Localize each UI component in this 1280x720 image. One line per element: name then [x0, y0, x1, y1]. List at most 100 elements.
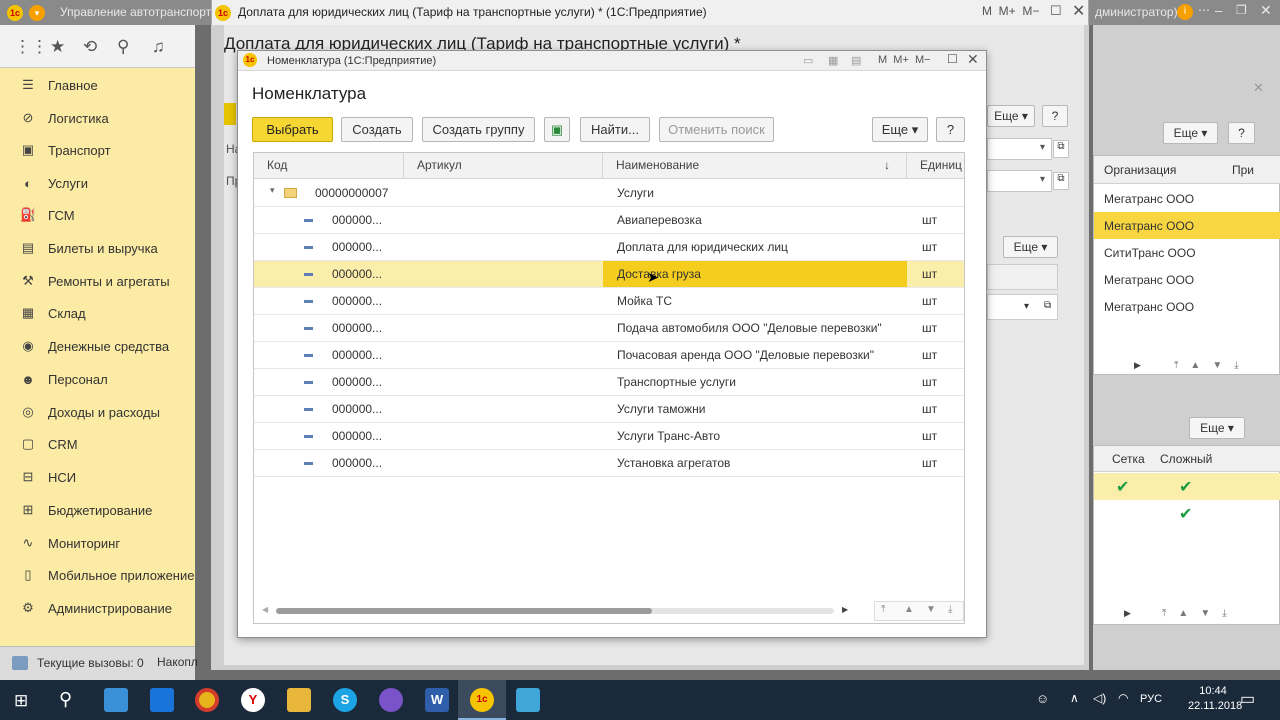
panel-close-icon[interactable]: ✕: [1253, 80, 1264, 96]
taskbar-search-icon[interactable]: ⚲: [59, 689, 72, 710]
favorites-star-icon[interactable]: ★: [50, 37, 65, 57]
chrome-browser-icon[interactable]: [195, 688, 219, 712]
column-unit[interactable]: Единиц: [907, 153, 964, 179]
network-icon[interactable]: ◠: [1118, 691, 1128, 705]
dialog-close-icon[interactable]: ✕: [967, 51, 979, 68]
sidebar-item-tickets[interactable]: ▤ Билеты и выручка: [0, 232, 195, 264]
select-button[interactable]: Выбрать: [252, 117, 333, 142]
dialog-table-icon[interactable]: ▦: [828, 54, 838, 67]
table-row[interactable]: 000000... Услуги таможни шт: [254, 396, 964, 423]
sidebar-item-services[interactable]: ◐ Услуги: [0, 167, 195, 199]
sidebar-item-transport[interactable]: ▣ Транспорт: [0, 134, 195, 166]
table-row[interactable]: 000000... Доплата для юридических лиц шт: [254, 234, 964, 261]
dialog-link-icon[interactable]: ▭: [803, 54, 813, 67]
notifications-bell-icon[interactable]: ♫: [152, 37, 165, 57]
app-minimize-icon[interactable]: –: [1215, 3, 1222, 18]
info-icon[interactable]: i: [1177, 4, 1193, 20]
scroll-right-icon[interactable]: ▶: [1134, 360, 1141, 371]
doc-table-row-fragment[interactable]: ▾ ⧉: [987, 294, 1058, 320]
history-icon[interactable]: ⟲: [83, 37, 97, 57]
right-help-button[interactable]: ?: [1228, 122, 1255, 144]
scroll-left-icon[interactable]: ◀: [262, 605, 268, 614]
doc-field-input-2[interactable]: ▾: [987, 170, 1052, 192]
word-icon[interactable]: W: [425, 688, 449, 712]
sidebar-item-money[interactable]: ◉ Денежные средства: [0, 330, 195, 362]
column-article[interactable]: Артикул: [404, 153, 603, 179]
sidebar-item-repairs[interactable]: ⚒ Ремонты и агрегаты: [0, 265, 195, 297]
excel-export-icon[interactable]: ▣: [544, 117, 570, 142]
sidebar-item-reference[interactable]: ⊟ НСИ: [0, 461, 195, 493]
create-group-button[interactable]: Создать группу: [422, 117, 535, 142]
sidebar-item-logistics[interactable]: ⊘ Логистика: [0, 102, 195, 134]
sidebar-item-main[interactable]: ☰ Главное: [0, 69, 195, 101]
help-button[interactable]: ?: [936, 117, 965, 142]
table-row-selected[interactable]: 000000... Доставка груза шт ➤: [254, 261, 964, 288]
main-menu-icon[interactable]: ▾: [29, 5, 45, 21]
apps-grid-icon[interactable]: ⋮⋮: [14, 37, 48, 57]
org-row[interactable]: Мегатранс ООО: [1104, 192, 1194, 206]
file-explorer-icon[interactable]: [287, 688, 311, 712]
doc-field-input-1[interactable]: ▾: [987, 138, 1052, 160]
org-row[interactable]: Мегатранс ООО: [1104, 219, 1194, 233]
nav-down-icon[interactable]: ▼: [926, 604, 936, 615]
sidebar-item-mobile[interactable]: ▯ Мобильное приложение: [0, 559, 195, 591]
doc-table-more-button[interactable]: Еще ▾: [1003, 236, 1058, 258]
sidebar-item-staff[interactable]: ☻ Персонал: [0, 363, 195, 395]
edge-browser-icon[interactable]: [150, 688, 174, 712]
app-close-icon[interactable]: ✕: [1260, 2, 1272, 19]
language-indicator[interactable]: РУС: [1140, 693, 1162, 705]
scroll-right-icon[interactable]: ▶: [842, 605, 848, 614]
windows-start-icon[interactable]: ⊞: [14, 691, 28, 711]
create-button[interactable]: Создать: [341, 117, 413, 142]
sidebar-item-crm[interactable]: ▢ CRM: [0, 428, 195, 460]
right-more-button[interactable]: Еще ▾: [1163, 122, 1218, 144]
skype-icon[interactable]: S: [333, 688, 357, 712]
nav-up-icon[interactable]: ▲: [904, 604, 914, 615]
control-panel-icon[interactable]: [104, 688, 128, 712]
table-row[interactable]: 000000... Услуги Транс-Авто шт: [254, 423, 964, 450]
org-row[interactable]: Мегатранс ООО: [1104, 300, 1194, 314]
find-button[interactable]: Найти...: [580, 117, 650, 142]
doc-window-memory-buttons[interactable]: M M+ M−: [982, 4, 1039, 18]
column-code[interactable]: Код: [254, 153, 404, 179]
close-icon[interactable]: ✕: [1072, 1, 1085, 21]
sidebar-item-admin[interactable]: ⚙ Администрирование: [0, 592, 195, 624]
sidebar-item-income[interactable]: ◎ Доходы и расходы: [0, 396, 195, 428]
sidebar-item-fuel[interactable]: ⛽ ГСМ: [0, 199, 195, 231]
sidebar-item-monitoring[interactable]: ∿ Мониторинг: [0, 527, 195, 559]
column-name[interactable]: Наименование ↓: [603, 153, 907, 179]
doc-help-button[interactable]: ?: [1042, 105, 1068, 127]
people-icon[interactable]: ☺: [1036, 691, 1049, 706]
app-menu-icon[interactable]: ⋯: [1198, 3, 1210, 17]
maximize-icon[interactable]: ☐: [1050, 3, 1062, 19]
search-icon[interactable]: ⚲: [117, 37, 129, 57]
taskbar-clock[interactable]: 10:44 22.11.2018: [1188, 684, 1242, 714]
scroll-right-icon-2[interactable]: ▶: [1124, 608, 1131, 619]
table-row[interactable]: 000000... Авиаперевозка шт: [254, 207, 964, 234]
action-center-icon[interactable]: ▭: [1240, 689, 1255, 709]
app-restore-icon[interactable]: ❐: [1236, 3, 1247, 17]
scroll-thumb[interactable]: [276, 608, 652, 614]
yandex-browser-icon[interactable]: Y: [241, 688, 265, 712]
nav-first-icon[interactable]: ⤒: [881, 604, 885, 615]
viber-icon[interactable]: [379, 688, 403, 712]
more-button[interactable]: Еще ▾: [872, 117, 928, 142]
1c-enterprise-icon[interactable]: 1с: [470, 688, 494, 712]
org-row[interactable]: СитиТранс ООО: [1104, 246, 1196, 260]
current-calls-text[interactable]: Текущие вызовы: 0: [37, 656, 144, 670]
nav-last-icon[interactable]: ⤓: [948, 604, 952, 615]
table-row[interactable]: 000000... Почасовая аренда ООО "Деловые п…: [254, 342, 964, 369]
doc-more-button[interactable]: Еще ▾: [987, 105, 1035, 127]
table-row[interactable]: 000000... Транспортные услуги шт: [254, 369, 964, 396]
doc-field-open-icon[interactable]: ⧉: [1053, 140, 1069, 158]
collapse-icon[interactable]: ▾: [270, 185, 275, 196]
table-row[interactable]: 000000... Установка агрегатов шт: [254, 450, 964, 477]
right-more-button-2[interactable]: Еще ▾: [1189, 417, 1245, 439]
nav-arrows-icon-2[interactable]: ⤒▲▼⤓: [1162, 608, 1239, 619]
doc-field-open-icon[interactable]: ⧉: [1053, 172, 1069, 190]
table-row[interactable]: 000000... Мойка ТС шт: [254, 288, 964, 315]
org-row[interactable]: Мегатранс ООО: [1104, 273, 1194, 287]
table-row[interactable]: 000000... Подача автомобиля ООО "Деловые …: [254, 315, 964, 342]
group-row[interactable]: ▾ 00000000007 Услуги: [254, 180, 964, 207]
doc-select-button-fragment[interactable]: [224, 103, 236, 125]
